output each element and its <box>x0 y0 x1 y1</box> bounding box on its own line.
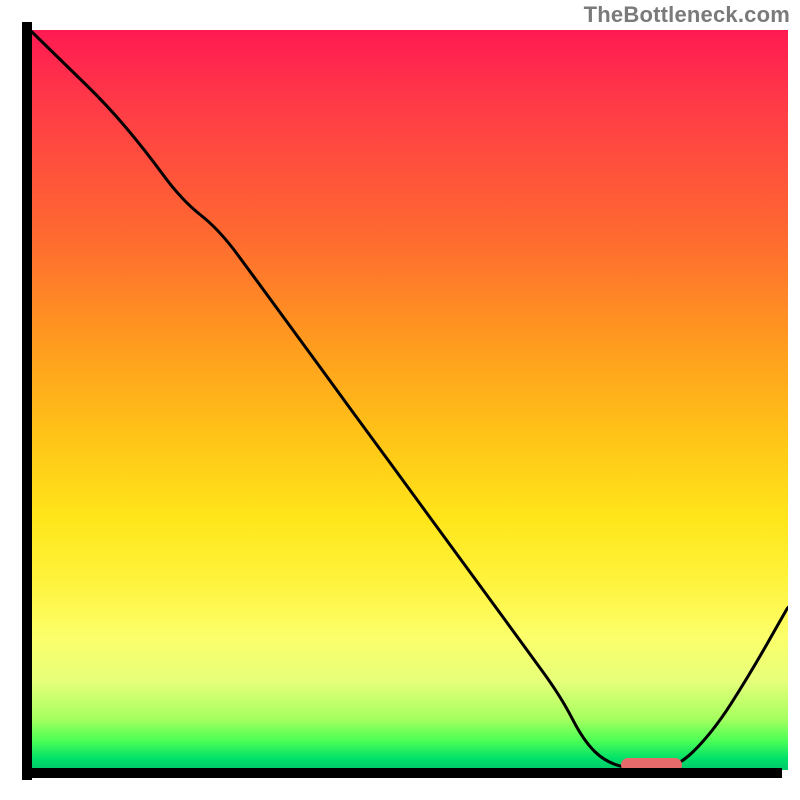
y-axis <box>22 22 32 780</box>
bottleneck-curve <box>30 30 788 770</box>
chart-frame: TheBottleneck.com <box>0 0 800 800</box>
watermark-text: TheBottleneck.com <box>584 2 790 28</box>
plot-area <box>30 30 788 770</box>
x-axis <box>22 768 782 778</box>
